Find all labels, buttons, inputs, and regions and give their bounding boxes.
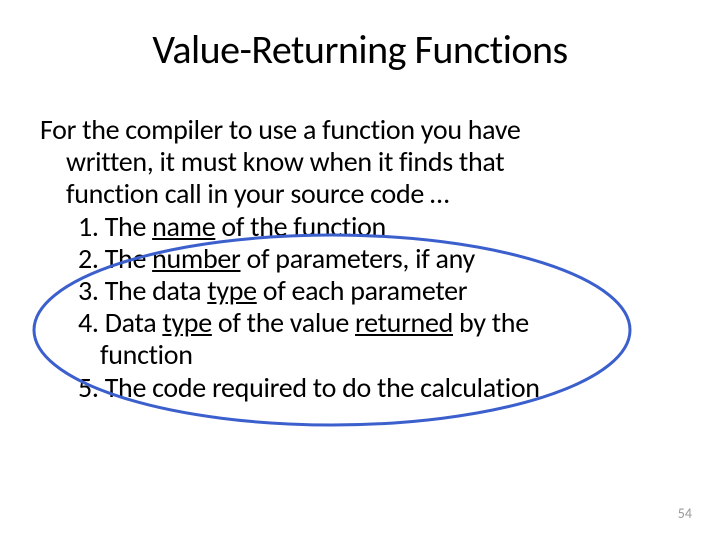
list-item-4-cont: function [100, 339, 680, 371]
list-item-3: 3. The data type of each parameter [78, 275, 680, 307]
intro-line-2: written, it must know when it finds that [66, 146, 680, 178]
item2-post: of parameters, if any [241, 241, 475, 276]
item4-underline-1: type [162, 305, 212, 340]
intro-line-3: function call in your source code … [66, 178, 680, 210]
list-item-5: 5. The code required to do the calculati… [78, 372, 680, 404]
page-number: 54 [678, 505, 692, 522]
slide-title: Value-Returning Functions [40, 25, 680, 74]
item3-pre: 3. The data [78, 273, 207, 308]
item2-pre: 2. The [78, 241, 152, 276]
intro-line-1: For the compiler to use a function you h… [40, 114, 680, 146]
item1-pre: 1. The [78, 209, 152, 244]
item1-post: of the function [215, 209, 386, 244]
item4-pre: 4. Data [78, 305, 162, 340]
item4-post: by the [453, 305, 529, 340]
list-item-4: 4. Data type of the value returned by th… [78, 307, 680, 339]
slide-body: For the compiler to use a function you h… [40, 114, 680, 404]
slide: Value-Returning Functions For the compil… [0, 0, 720, 540]
item4-mid: of the value [212, 305, 355, 340]
list-item-2: 2. The number of parameters, if any [78, 243, 680, 275]
item3-post: of each parameter [257, 273, 467, 308]
item3-underline: type [207, 273, 257, 308]
item1-underline: name [152, 209, 215, 244]
item2-underline: number [152, 241, 240, 276]
item4-underline-2: returned [355, 305, 453, 340]
list-item-1: 1. The name of the function [78, 211, 680, 243]
